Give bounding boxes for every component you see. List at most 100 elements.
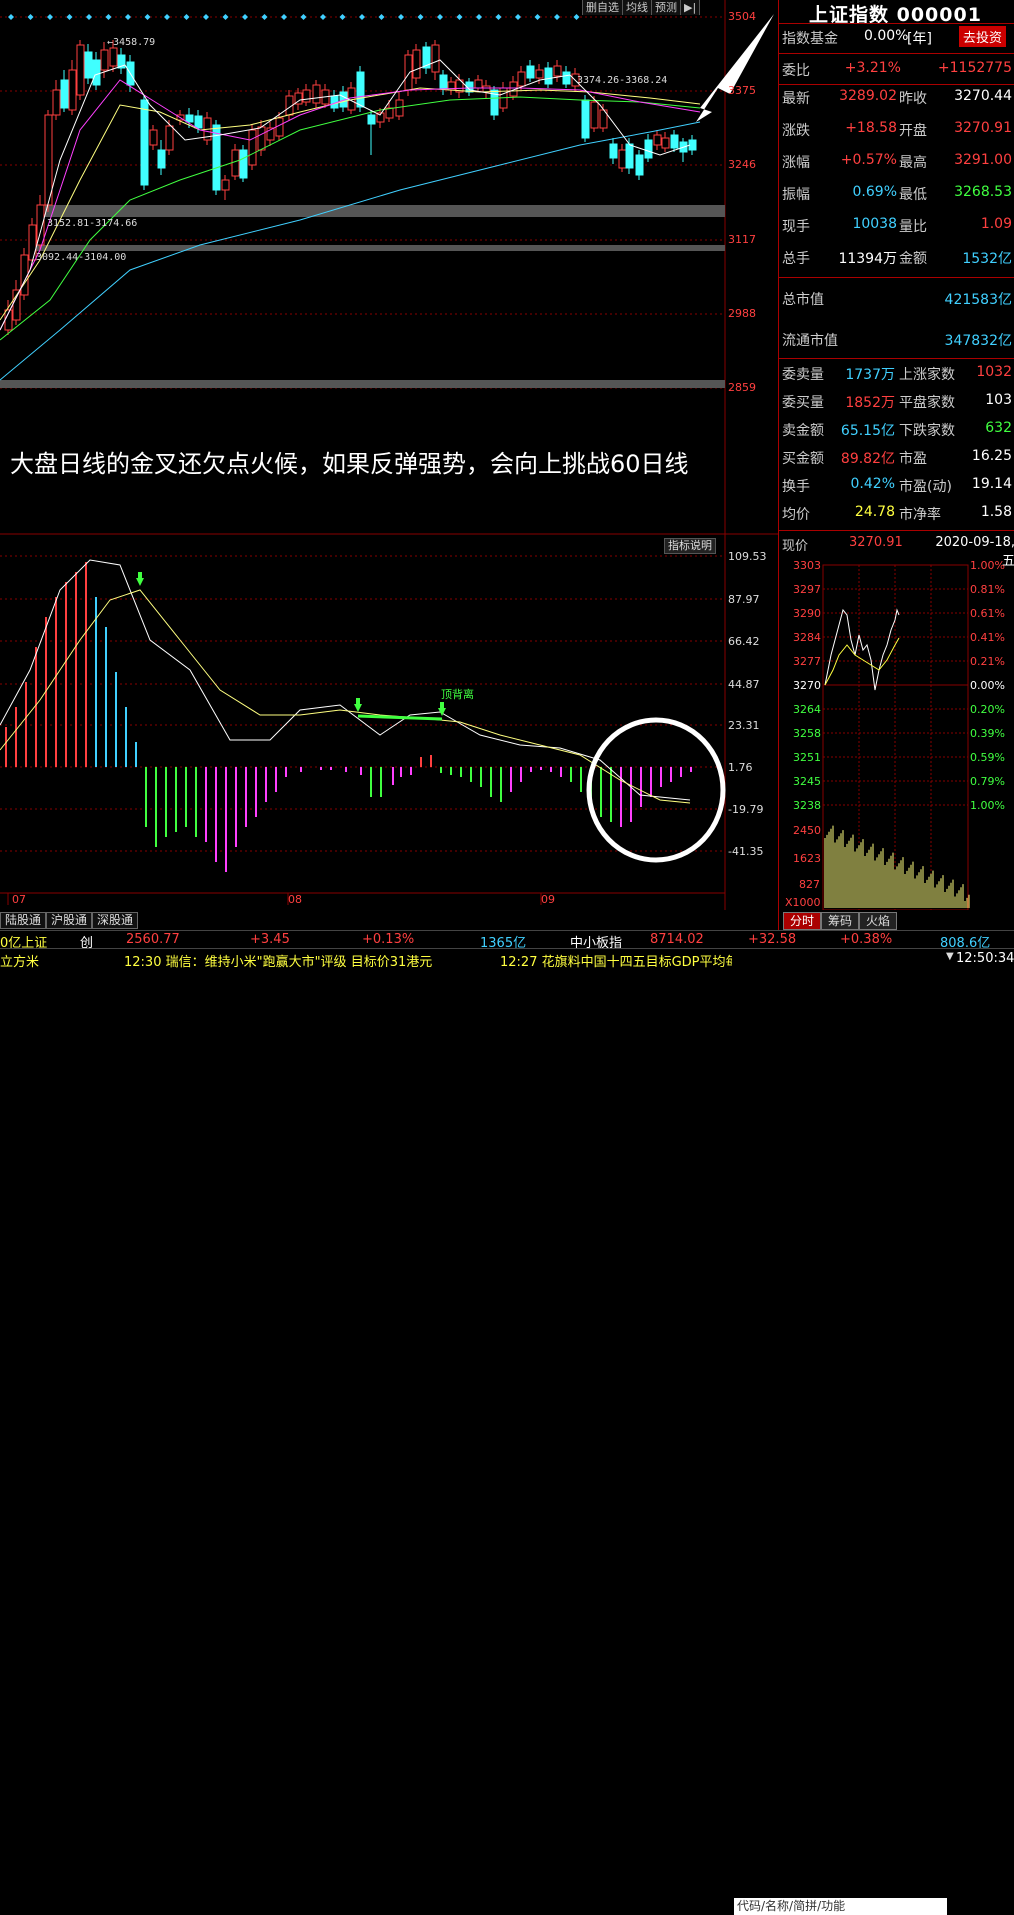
candle-body (221, 179, 230, 191)
macd-bar (215, 767, 217, 862)
macd-bar (480, 767, 482, 787)
mini-right-tick: 0.21% (970, 655, 1005, 668)
macd-bar (185, 767, 187, 827)
stats-value: 1.58 (980, 504, 1012, 520)
price-tick: 2988 (728, 307, 756, 320)
stats-value: 0.42% (850, 476, 895, 492)
dropdown-icon[interactable]: ▼ (946, 951, 954, 962)
total-mv-row: 总市值 421583亿 (779, 289, 1014, 315)
mini-left-tick: 3258 (793, 727, 821, 740)
macd-tick: -19.79 (728, 803, 764, 816)
candle-body (231, 149, 240, 177)
stats-key: 委卖量 (782, 367, 824, 383)
quote-key: 涨跌 (782, 123, 810, 139)
price-tick: 3117 (728, 233, 756, 246)
news-fragment[interactable]: 立方米 (0, 951, 39, 970)
macd-bar (500, 767, 502, 802)
macd-bar (670, 767, 672, 782)
candle-body (149, 129, 158, 146)
quote-value: 1532亿 (962, 251, 1012, 267)
vol-tick: X1000 (785, 896, 821, 909)
marker-diamond-icon (417, 14, 424, 20)
weibi-pct: +3.21% (844, 60, 901, 76)
marker-diamond-icon (144, 14, 151, 20)
zone1-label: 3152.81-3174.66 (47, 218, 138, 229)
macd-bar (25, 682, 27, 767)
stats-value: 632 (985, 420, 1012, 436)
candle-body (194, 115, 203, 129)
quote-value: 10038 (852, 216, 897, 232)
macd-bar (265, 767, 267, 802)
macd-tick: 23.31 (728, 719, 760, 732)
marker-diamond-icon (573, 14, 580, 20)
predict-button[interactable]: 预测 (652, 0, 681, 15)
marker-diamond-icon (261, 14, 268, 20)
tab-hugutong[interactable]: 沪股通 (46, 912, 93, 929)
mini-left-tick: 3284 (793, 631, 821, 644)
fund-label: 指数基金 (782, 31, 838, 47)
marker-diamond-icon (66, 14, 73, 20)
quote-key: 开盘 (899, 123, 927, 139)
macd-bar (95, 597, 97, 767)
macd-bar (255, 767, 257, 817)
quote-value: 3268.53 (954, 184, 1012, 200)
current-value: 3270.91 (849, 535, 903, 550)
candle-body (92, 59, 101, 86)
macd-bar (410, 767, 412, 775)
delete-watchlist-button[interactable]: 删自选 (583, 0, 623, 15)
candle-body (185, 114, 194, 123)
mini-left-tick: 3277 (793, 655, 821, 668)
mini-left-tick: 3297 (793, 583, 821, 596)
tab-lugutong[interactable]: 陆股通 (0, 912, 47, 929)
marker-diamond-icon (125, 14, 131, 20)
candle-body (553, 65, 562, 77)
candle-body (165, 125, 174, 151)
tab-shengutong[interactable]: 深股通 (92, 912, 139, 929)
index-ticker-bar: 0亿上证创 2560.77 +3.45 +0.13% 1365亿 中小板指 8714.02 +… (0, 930, 1014, 951)
fund-unit: [年] (907, 31, 932, 47)
down-arrow-icon (136, 572, 144, 586)
vol-tick: 827 (799, 878, 820, 891)
candle-body (618, 149, 627, 169)
ma-button[interactable]: 均线 (623, 0, 652, 15)
mini-right-tick: 0.00% (970, 679, 1005, 692)
stats-key: 买金额 (782, 451, 824, 467)
search-input[interactable]: 代码/名称/简拼/功能 (734, 1898, 947, 1915)
end-arrow-icon[interactable]: ▶| (681, 0, 701, 15)
kline-chart[interactable]: 删自选 均线 预测 ▶| 3504 3375 3246 3117 2988 28… (0, 0, 778, 929)
stats-value: 65.15亿 (840, 423, 895, 439)
connect-tabs: 陆股通 沪股通 深股通 (0, 912, 139, 929)
macd-tick: 1.76 (728, 761, 753, 774)
quote-value: 11394万 (838, 251, 897, 267)
candle-body (140, 99, 149, 186)
float-mv-value: 347832亿 (944, 333, 1012, 349)
tab-chouma[interactable]: 筹码 (821, 912, 860, 930)
macd-bar (205, 767, 207, 842)
weibi-label: 委比 (782, 63, 810, 79)
vol-tick: 2450 (793, 824, 821, 837)
go-invest-button[interactable]: 去投资 (959, 26, 1007, 47)
news-item[interactable]: 12:27 花旗料中国十四五目标GDP平均每 (500, 951, 732, 970)
tab-huoyan[interactable]: 火焰 (859, 912, 898, 930)
stats-key: 上涨家数 (899, 367, 955, 383)
stats-key: 换手 (782, 479, 810, 495)
indicator-explain-button[interactable]: 指标说明 (664, 538, 716, 554)
marker-diamond-icon (339, 14, 346, 20)
macd-bar (125, 707, 127, 767)
candle-body (439, 74, 448, 89)
macd-tick: 87.97 (728, 593, 760, 606)
macd-tick: -41.35 (728, 845, 764, 858)
candle-body (653, 134, 662, 146)
tab-fenshi[interactable]: 分时 (783, 912, 822, 930)
candle-body (517, 71, 526, 87)
intraday-chart[interactable]: 3303 1.00% 3297 0.81% 3290 0.61% 3284 0.41% 3277… (779, 560, 1014, 910)
marker-diamond-icon (437, 14, 443, 20)
quote-key: 现手 (782, 219, 810, 235)
candle-body (367, 114, 376, 125)
stats-row: 卖金额 65.15亿 下跌家数 632 (779, 420, 1014, 446)
quote-value: 0.69% (852, 184, 897, 200)
macd-bar (165, 767, 167, 837)
news-item[interactable]: 12:30 瑞信：维持小米"跑赢大市"评级 目标价31港元 (124, 951, 432, 970)
price-tick: 2859 (728, 381, 756, 394)
candle-body (28, 224, 37, 261)
